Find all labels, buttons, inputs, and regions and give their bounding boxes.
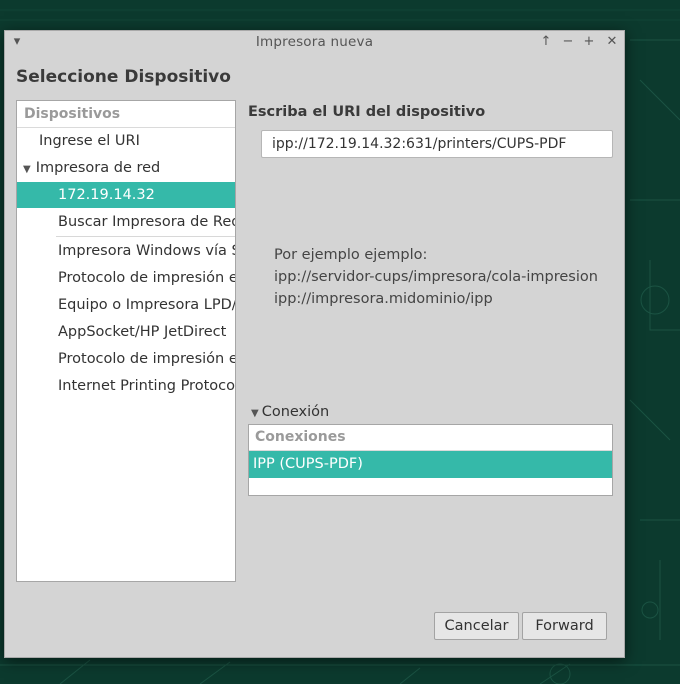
device-item-lpd-lpr[interactable]: Equipo o Impresora LPD/LPR <box>17 292 235 318</box>
device-item-network-printer[interactable]: ▼ Impresora de red <box>17 155 235 181</box>
new-printer-dialog: ▾ Impresora nueva ↑ − + ✕ Seleccione Dis… <box>4 30 625 658</box>
connection-label: IPP (CUPS-PDF) <box>253 456 363 472</box>
uri-label: Escriba el URI del dispositivo <box>248 104 486 120</box>
device-item-appsocket[interactable]: AppSocket/HP JetDirect <box>17 319 235 345</box>
page-title: Seleccione Dispositivo <box>16 67 231 87</box>
device-item-find-network-printer[interactable]: Buscar Impresora de Red <box>17 209 236 235</box>
device-item-label: Protocolo de impresión en Internet (ipps… <box>58 351 235 367</box>
device-item-windows-samba[interactable]: Impresora Windows vía SAMBA <box>17 238 235 264</box>
devices-header: Dispositivos <box>17 101 235 128</box>
connection-expander[interactable]: ▼ Conexión <box>251 404 329 420</box>
arrow-up-icon[interactable]: ↑ <box>538 33 554 51</box>
device-item-label: AppSocket/HP JetDirect <box>58 324 227 340</box>
device-item-label: Equipo o Impresora LPD/LPR <box>58 297 235 313</box>
forward-button[interactable]: Forward <box>522 612 607 640</box>
example-line: ipp://impresora.midominio/ipp <box>274 291 493 307</box>
device-item-ipp[interactable]: Internet Printing Protocol (ipp) <box>17 373 236 399</box>
connection-row[interactable]: IPP (CUPS-PDF) <box>249 451 612 478</box>
separator <box>56 236 235 237</box>
device-item-label: Internet Printing Protocol (ipp) <box>58 378 236 394</box>
device-item-label: Protocolo de impresión en Internet (http… <box>58 270 235 286</box>
devices-list: Dispositivos Ingrese el URI ▼ Impresora d… <box>16 100 236 582</box>
cancel-button[interactable]: Cancelar <box>434 612 519 640</box>
expander-down-icon: ▼ <box>251 408 259 419</box>
titlebar: ▾ Impresora nueva ↑ − + ✕ <box>5 31 624 55</box>
uri-input[interactable] <box>261 130 613 158</box>
device-item-ipps[interactable]: Protocolo de impresión en Internet (ipps… <box>17 346 235 372</box>
example-line: ipp://servidor-cups/impresora/cola-impre… <box>274 269 598 285</box>
device-item-label: Impresora de red <box>35 160 161 176</box>
example-text: Por ejemplo ejemplo: ipp://servidor-cups… <box>274 244 598 310</box>
example-line: Por ejemplo ejemplo: <box>274 247 428 263</box>
connections-header: Conexiones <box>249 425 612 451</box>
device-item-ip-address[interactable]: 172.19.14.32 <box>17 182 235 208</box>
expander-down-icon[interactable]: ▼ <box>23 164 31 175</box>
maximize-icon[interactable]: + <box>581 33 597 51</box>
window-title: Impresora nueva <box>255 34 374 50</box>
minimize-icon[interactable]: − <box>560 33 576 51</box>
close-icon[interactable]: ✕ <box>604 33 620 51</box>
connections-list: Conexiones IPP (CUPS-PDF) <box>248 424 613 496</box>
device-item-label: Buscar Impresora de Red <box>58 214 236 230</box>
connection-expander-label: Conexión <box>261 404 330 420</box>
device-item-ipp-https[interactable]: Protocolo de impresión en Internet (http… <box>17 265 235 291</box>
device-item-label: Impresora Windows vía SAMBA <box>58 243 235 259</box>
device-item-uri[interactable]: Ingrese el URI <box>17 128 235 154</box>
device-item-label: 172.19.14.32 <box>58 187 155 203</box>
device-item-label: Ingrese el URI <box>39 133 140 149</box>
